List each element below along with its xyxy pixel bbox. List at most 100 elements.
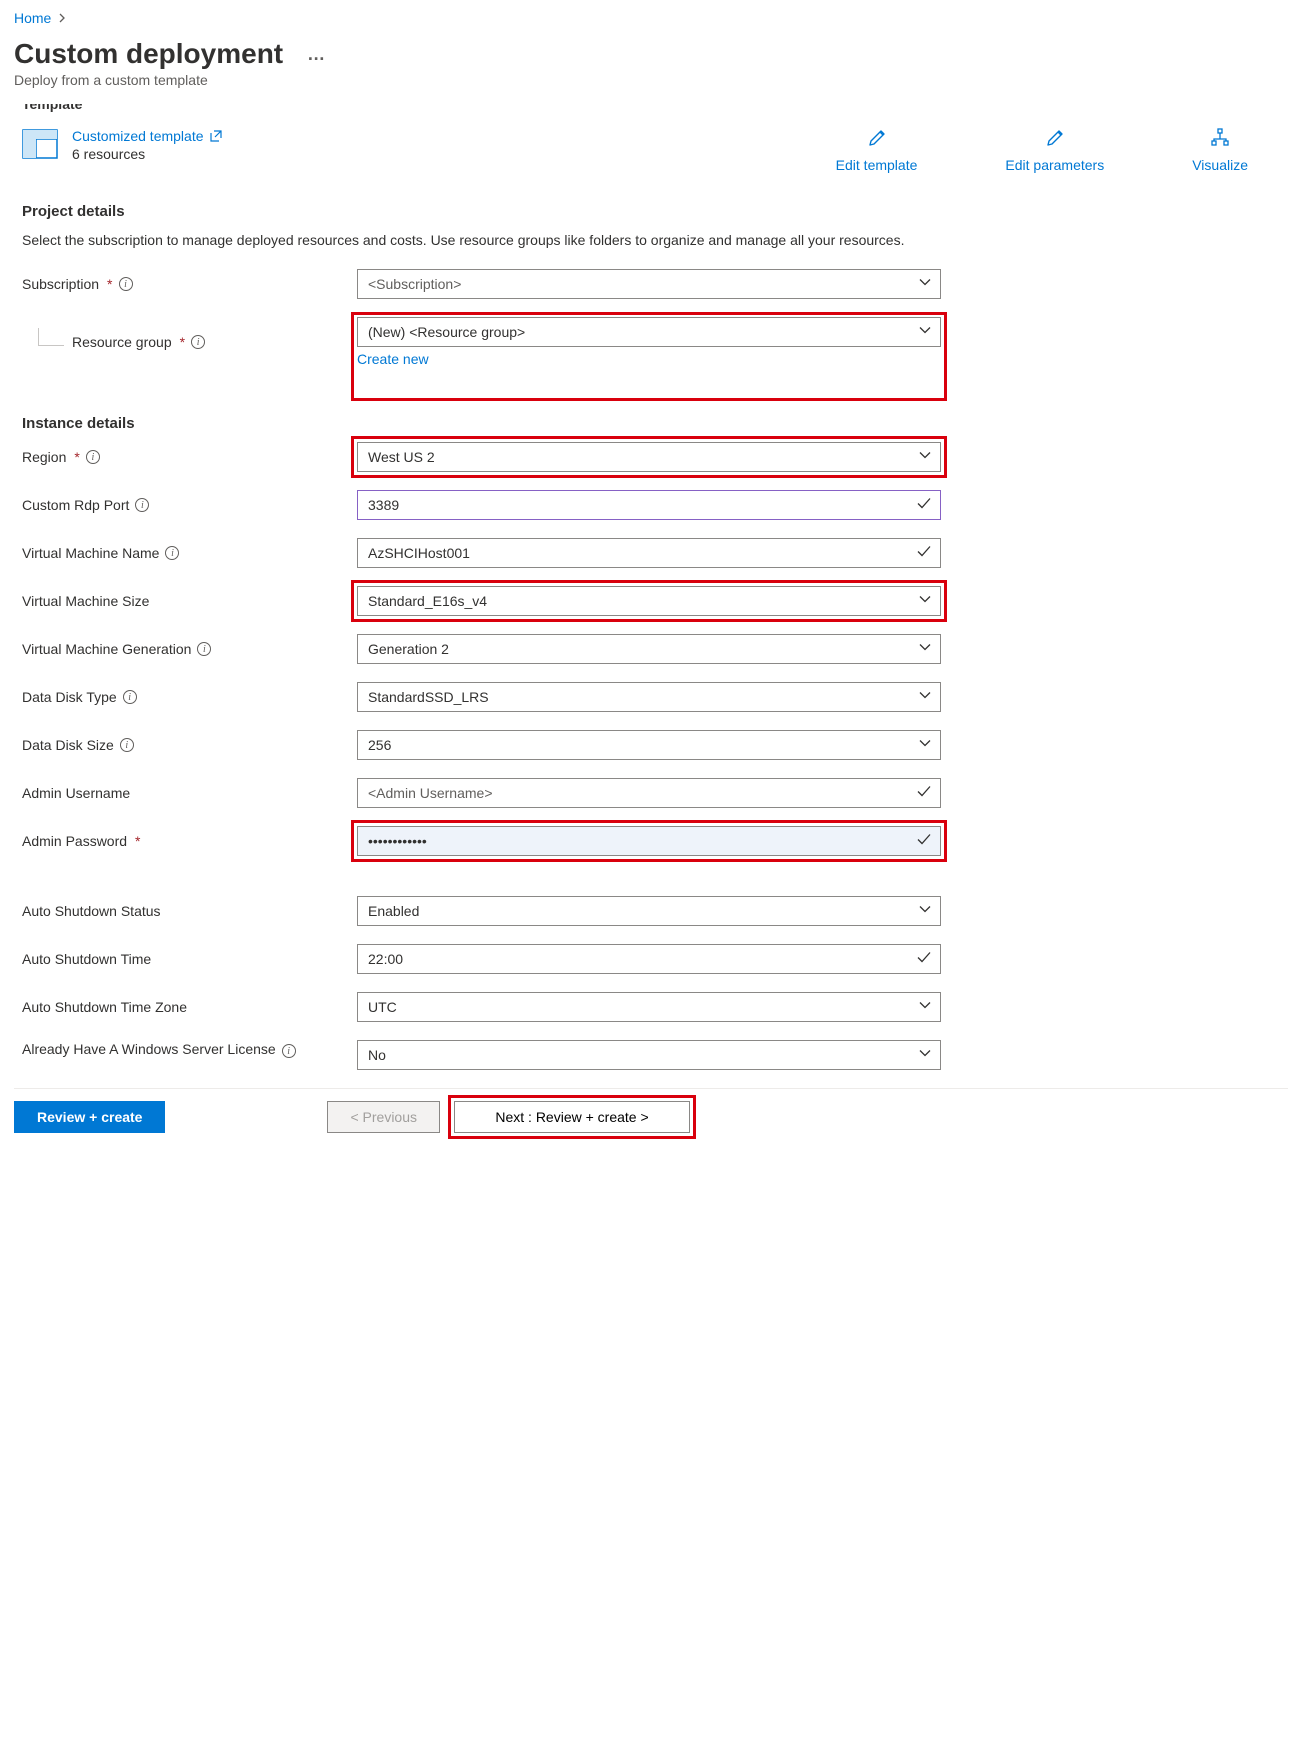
pencil-icon <box>867 128 887 151</box>
next-button[interactable]: Next : Review + create > <box>454 1101 690 1133</box>
review-create-button[interactable]: Review + create <box>14 1101 165 1133</box>
resource-group-label: Resource group * i <box>22 334 357 350</box>
auto-shutdown-status-label: Auto Shutdown Status <box>22 903 357 919</box>
checkmark-icon <box>916 496 932 515</box>
checkmark-icon <box>916 784 932 803</box>
breadcrumb-home-link[interactable]: Home <box>14 10 51 26</box>
vm-size-label: Virtual Machine Size <box>22 593 357 609</box>
vm-generation-value: Generation 2 <box>368 641 449 657</box>
vm-generation-label: Virtual Machine Generation i <box>22 641 357 657</box>
instance-details-heading: Instance details <box>22 415 1288 432</box>
vm-name-label: Virtual Machine Name i <box>22 545 357 561</box>
pencil-icon <box>1045 128 1065 151</box>
edit-template-label: Edit template <box>836 157 918 173</box>
customized-template-link[interactable]: Customized template <box>72 128 222 144</box>
rdp-port-input[interactable]: 3389 <box>357 490 941 520</box>
admin-username-label: Admin Username <box>22 785 357 801</box>
external-link-icon <box>210 130 222 142</box>
edit-parameters-label: Edit parameters <box>1005 157 1104 173</box>
customized-template-label: Customized template <box>72 128 204 144</box>
edit-parameters-button[interactable]: Edit parameters <box>1005 128 1104 173</box>
edit-template-button[interactable]: Edit template <box>836 128 918 173</box>
info-icon[interactable]: i <box>119 277 133 291</box>
disk-size-label: Data Disk Size i <box>22 737 357 753</box>
resource-group-value: (New) <Resource group> <box>368 324 525 340</box>
required-indicator: * <box>180 334 185 350</box>
chevron-down-icon <box>918 593 932 610</box>
info-icon[interactable]: i <box>282 1044 296 1058</box>
auto-shutdown-status-select[interactable]: Enabled <box>357 896 941 926</box>
rdp-port-label: Custom Rdp Port i <box>22 497 357 513</box>
info-icon[interactable]: i <box>191 335 205 349</box>
admin-password-label: Admin Password * <box>22 833 357 849</box>
auto-shutdown-time-label: Auto Shutdown Time <box>22 951 357 967</box>
license-label: Already Have A Windows Server License i <box>22 1040 357 1058</box>
page-title-text: Custom deployment <box>14 38 283 70</box>
project-details-heading: Project details <box>22 203 1288 220</box>
license-value: No <box>368 1047 386 1063</box>
chevron-down-icon <box>918 999 932 1016</box>
page-title: Custom deployment … <box>14 38 1288 70</box>
breadcrumb: Home <box>14 10 1288 26</box>
vm-generation-select[interactable]: Generation 2 <box>357 634 941 664</box>
disk-type-select[interactable]: StandardSSD_LRS <box>357 682 941 712</box>
required-indicator: * <box>135 833 140 849</box>
license-select[interactable]: No <box>357 1040 941 1070</box>
template-summary-row: Customized template 6 resources Edit tem… <box>14 124 1288 191</box>
disk-type-value: StandardSSD_LRS <box>368 689 489 705</box>
chevron-down-icon <box>918 903 932 920</box>
region-label: Region * i <box>22 449 357 465</box>
template-icon <box>22 128 58 160</box>
required-indicator: * <box>107 276 112 292</box>
required-indicator: * <box>74 449 79 465</box>
checkmark-icon <box>916 832 932 851</box>
checkmark-icon <box>916 544 932 563</box>
info-icon[interactable]: i <box>197 642 211 656</box>
admin-username-value: <Admin Username> <box>368 785 493 801</box>
auto-shutdown-tz-select[interactable]: UTC <box>357 992 941 1022</box>
info-icon[interactable]: i <box>123 690 137 704</box>
subscription-value: <Subscription> <box>368 276 461 292</box>
info-icon[interactable]: i <box>165 546 179 560</box>
chevron-down-icon <box>918 689 932 706</box>
info-icon[interactable]: i <box>86 450 100 464</box>
disk-type-label: Data Disk Type i <box>22 689 357 705</box>
chevron-down-icon <box>918 641 932 658</box>
template-resource-count: 6 resources <box>72 146 222 162</box>
chevron-right-icon <box>57 10 67 26</box>
admin-password-value: •••••••••••• <box>368 833 427 849</box>
region-select[interactable]: West US 2 <box>357 442 941 472</box>
admin-username-input[interactable]: <Admin Username> <box>357 778 941 808</box>
auto-shutdown-tz-label: Auto Shutdown Time Zone <box>22 999 357 1015</box>
footer-action-bar: Review + create < Previous Next : Review… <box>14 1088 1288 1145</box>
checkmark-icon <box>916 950 932 969</box>
more-icon[interactable]: … <box>307 44 327 65</box>
resource-group-select[interactable]: (New) <Resource group> <box>357 317 941 347</box>
previous-button[interactable]: < Previous <box>327 1101 440 1133</box>
info-icon[interactable]: i <box>120 738 134 752</box>
auto-shutdown-tz-value: UTC <box>368 999 397 1015</box>
chevron-down-icon <box>918 276 932 293</box>
subscription-label: Subscription * i <box>22 276 357 292</box>
auto-shutdown-time-input[interactable]: 22:00 <box>357 944 941 974</box>
project-details-description: Select the subscription to manage deploy… <box>22 230 922 251</box>
visualize-button[interactable]: Visualize <box>1192 128 1248 173</box>
vm-size-select[interactable]: Standard_E16s_v4 <box>357 586 941 616</box>
disk-size-select[interactable]: 256 <box>357 730 941 760</box>
chevron-down-icon <box>918 1047 932 1064</box>
template-section-header: Template <box>22 104 1288 114</box>
chevron-down-icon <box>918 324 932 341</box>
subscription-select[interactable]: <Subscription> <box>357 269 941 299</box>
rdp-port-value: 3389 <box>368 497 399 513</box>
info-icon[interactable]: i <box>135 498 149 512</box>
create-new-link[interactable]: Create new <box>357 351 429 367</box>
vm-name-value: AzSHCIHost001 <box>368 545 470 561</box>
vm-size-value: Standard_E16s_v4 <box>368 593 487 609</box>
chevron-down-icon <box>918 737 932 754</box>
disk-size-value: 256 <box>368 737 391 753</box>
hierarchy-icon <box>1210 128 1230 151</box>
admin-password-input[interactable]: •••••••••••• <box>357 826 941 856</box>
vm-name-input[interactable]: AzSHCIHost001 <box>357 538 941 568</box>
page-subtitle: Deploy from a custom template <box>14 72 1288 88</box>
chevron-down-icon <box>918 449 932 466</box>
